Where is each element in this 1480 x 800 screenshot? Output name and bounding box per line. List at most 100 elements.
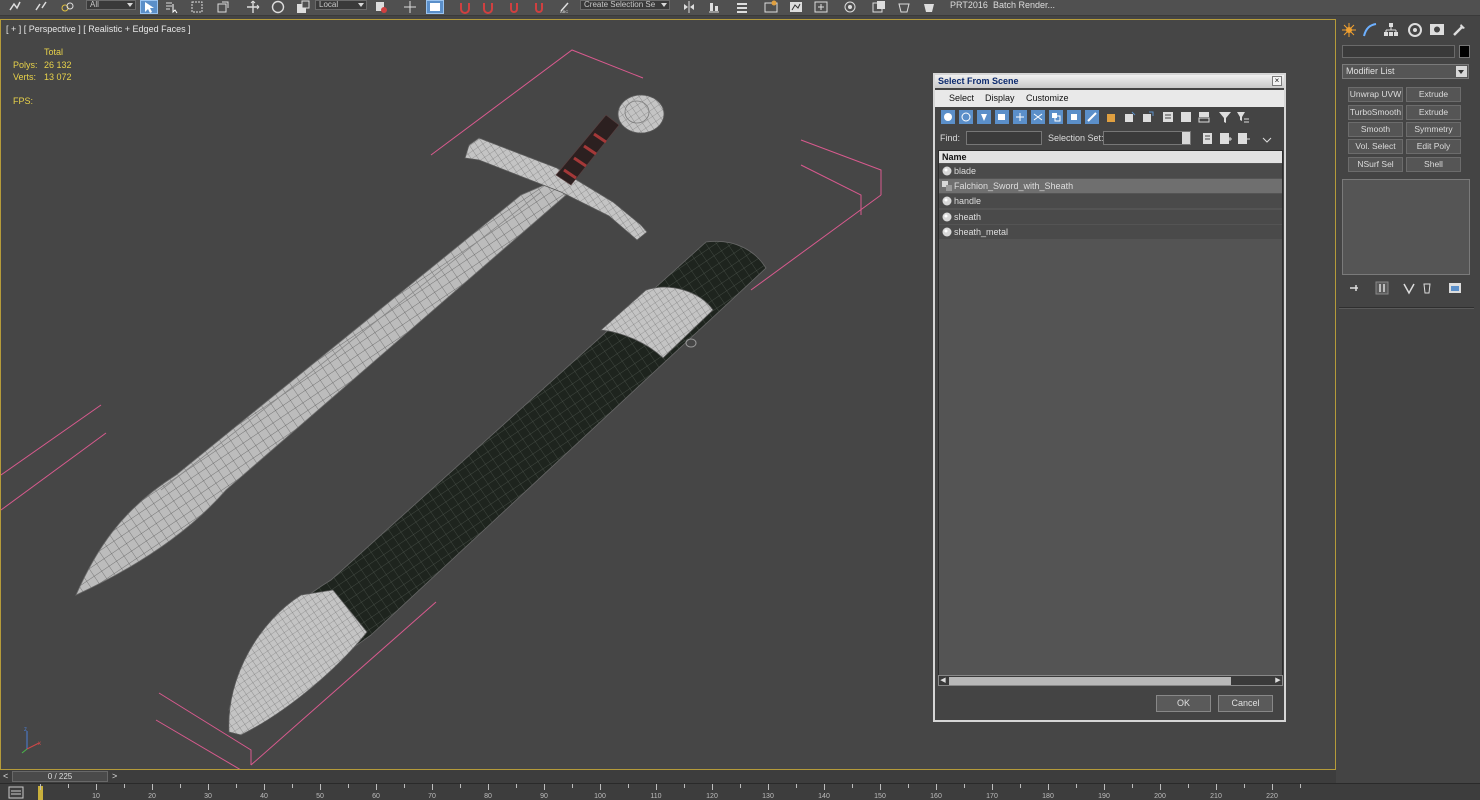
chevron-down-icon[interactable] bbox=[1456, 66, 1467, 77]
list-item[interactable]: sheath bbox=[939, 210, 1282, 224]
viewport-label[interactable]: [ + ] [ Perspective ] [ Realistic + Edge… bbox=[6, 24, 191, 34]
remove-from-selection-set-icon[interactable] bbox=[1236, 131, 1250, 145]
bind-space-warp-icon[interactable] bbox=[58, 0, 76, 14]
keyboard-shortcut-override-icon[interactable] bbox=[426, 0, 444, 14]
rectangular-selection-icon[interactable] bbox=[188, 0, 206, 14]
rotate-icon[interactable] bbox=[269, 0, 287, 14]
display-groups-icon[interactable] bbox=[1049, 110, 1063, 124]
spinner-snap-icon[interactable] bbox=[530, 0, 548, 14]
display-lights-icon[interactable] bbox=[977, 110, 991, 124]
remove-modifier-icon[interactable] bbox=[1420, 281, 1434, 295]
display-tab-icon[interactable] bbox=[1429, 22, 1445, 38]
move-icon[interactable] bbox=[244, 0, 262, 14]
horizontal-scrollbar[interactable]: ◀ ▶ bbox=[938, 675, 1283, 686]
selection-set-dropdown[interactable] bbox=[1103, 131, 1191, 145]
prt-label[interactable]: PRT2016 bbox=[950, 0, 988, 10]
list-item[interactable]: sheath_metal bbox=[939, 225, 1282, 239]
select-none-icon[interactable] bbox=[1123, 110, 1137, 124]
modifier-stack[interactable] bbox=[1342, 179, 1470, 275]
next-frame-button[interactable]: > bbox=[112, 771, 117, 781]
list-item[interactable]: Falchion_Sword_with_Sheath bbox=[939, 179, 1282, 193]
chevron-down-icon[interactable] bbox=[1260, 133, 1274, 147]
show-end-result-icon[interactable] bbox=[1375, 281, 1389, 295]
dialog-title[interactable]: Select From Scene bbox=[935, 75, 1284, 88]
mirror-icon[interactable] bbox=[680, 0, 698, 14]
vol-select-button[interactable]: Vol. Select bbox=[1348, 139, 1403, 154]
reference-coordinate-dropdown[interactable]: Local bbox=[315, 0, 367, 10]
ok-button[interactable]: OK bbox=[1156, 695, 1211, 712]
extrude-button-2[interactable]: Extrude bbox=[1406, 105, 1461, 120]
configure-modifier-sets-icon[interactable] bbox=[1448, 281, 1462, 295]
display-cameras-icon[interactable] bbox=[995, 110, 1009, 124]
select-by-name-icon[interactable] bbox=[163, 0, 181, 14]
curve-editor-icon[interactable] bbox=[762, 0, 780, 14]
smooth-button[interactable]: Smooth bbox=[1348, 122, 1403, 137]
create-selection-set-icon[interactable] bbox=[1201, 131, 1215, 145]
extrude-button[interactable]: Extrude bbox=[1406, 87, 1461, 102]
select-object-icon[interactable] bbox=[140, 0, 158, 14]
display-children-icon[interactable] bbox=[1161, 110, 1175, 124]
selection-filter-dropdown[interactable]: All bbox=[86, 0, 136, 10]
scroll-right-icon[interactable]: ▶ bbox=[1274, 677, 1282, 685]
render-setup-icon[interactable] bbox=[841, 0, 859, 14]
sheath-metal-chape-mesh[interactable] bbox=[228, 589, 368, 736]
display-influences-icon[interactable] bbox=[1179, 110, 1193, 124]
cancel-button[interactable]: Cancel bbox=[1218, 695, 1273, 712]
render-iterative-icon[interactable] bbox=[920, 0, 938, 14]
display-shapes-icon[interactable] bbox=[959, 110, 973, 124]
unwrap-uvw-button[interactable]: Unwrap UVW bbox=[1348, 87, 1403, 102]
select-invert-icon[interactable] bbox=[1141, 110, 1155, 124]
scrollbar-thumb[interactable] bbox=[949, 677, 1231, 685]
display-space-warps-icon[interactable] bbox=[1031, 110, 1045, 124]
close-icon[interactable]: × bbox=[1272, 76, 1282, 86]
filter-options-icon[interactable] bbox=[1236, 110, 1250, 124]
select-dependents-icon[interactable] bbox=[1197, 110, 1211, 124]
rendered-frame-window-icon[interactable] bbox=[870, 0, 888, 14]
open-mini-curve-editor-icon[interactable] bbox=[8, 786, 24, 799]
display-bones-icon[interactable] bbox=[1085, 110, 1099, 124]
column-header-name[interactable]: Name bbox=[939, 151, 1282, 163]
shell-button[interactable]: Shell bbox=[1406, 157, 1461, 172]
link-icon[interactable] bbox=[6, 0, 24, 14]
hierarchy-tab-icon[interactable] bbox=[1383, 22, 1399, 38]
edit-poly-button[interactable]: Edit Poly bbox=[1406, 139, 1461, 154]
motion-tab-icon[interactable] bbox=[1407, 22, 1423, 38]
render-production-icon[interactable] bbox=[895, 0, 913, 14]
utilities-tab-icon[interactable] bbox=[1451, 22, 1467, 38]
window-crossing-icon[interactable] bbox=[214, 0, 232, 14]
material-editor-icon[interactable] bbox=[812, 0, 830, 14]
pivot-center-icon[interactable] bbox=[372, 0, 390, 14]
create-tab-icon[interactable] bbox=[1341, 22, 1357, 38]
pin-stack-icon[interactable] bbox=[1348, 281, 1362, 295]
select-and-manipulate-icon[interactable] bbox=[401, 0, 419, 14]
unlink-icon[interactable] bbox=[32, 0, 50, 14]
named-selection-dropdown[interactable]: Create Selection Se bbox=[580, 0, 670, 10]
menu-customize[interactable]: Customize bbox=[1026, 93, 1069, 103]
angle-snap-icon[interactable] bbox=[479, 0, 497, 14]
display-geometry-icon[interactable] bbox=[941, 110, 955, 124]
menu-select[interactable]: Select bbox=[949, 93, 974, 103]
object-color-swatch[interactable] bbox=[1459, 45, 1470, 58]
blade-mesh[interactable] bbox=[75, 179, 567, 596]
object-name-field[interactable] bbox=[1342, 45, 1455, 58]
time-slider[interactable]: 0 / 225 bbox=[12, 771, 108, 782]
make-unique-icon[interactable] bbox=[1402, 281, 1416, 295]
display-helpers-icon[interactable] bbox=[1013, 110, 1027, 124]
edit-named-selection-icon[interactable]: ABC bbox=[556, 0, 574, 14]
snaps-toggle-icon[interactable] bbox=[456, 0, 474, 14]
track-bar-ruler[interactable]: 10 20 30 40 50 60 70 80 90 100 110 120 130 140 150 160 1… bbox=[0, 783, 1480, 800]
turbosmooth-button[interactable]: TurboSmooth bbox=[1348, 105, 1403, 120]
align-icon[interactable] bbox=[705, 0, 723, 14]
list-item[interactable]: blade bbox=[939, 164, 1282, 178]
scroll-left-icon[interactable]: ◀ bbox=[939, 677, 947, 685]
modifier-list-dropdown[interactable]: Modifier List bbox=[1342, 64, 1469, 79]
scale-icon[interactable] bbox=[294, 0, 312, 14]
list-item[interactable]: handle bbox=[939, 194, 1282, 208]
menu-display[interactable]: Display bbox=[985, 93, 1015, 103]
select-all-icon[interactable] bbox=[1105, 110, 1119, 124]
percent-snap-icon[interactable] bbox=[505, 0, 523, 14]
modify-tab-icon[interactable] bbox=[1362, 22, 1378, 38]
prev-frame-button[interactable]: < bbox=[3, 771, 8, 781]
layer-manager-icon[interactable] bbox=[733, 0, 751, 14]
filter-icon[interactable] bbox=[1218, 110, 1232, 124]
